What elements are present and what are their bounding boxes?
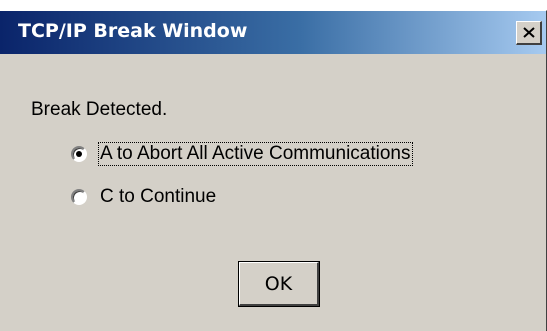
radio-button-continue[interactable] (71, 189, 87, 205)
radio-button-abort[interactable] (71, 146, 87, 162)
dialog-window: TCP/IP Break Window Break Detected. A to… (0, 10, 547, 331)
close-icon (523, 27, 535, 38)
window-title: TCP/IP Break Window (18, 20, 248, 42)
radio-option-continue[interactable]: C to Continue (71, 184, 217, 210)
radio-option-abort[interactable]: A to Abort All Active Communications (71, 141, 413, 167)
radio-selected-dot (76, 151, 82, 157)
radio-label-continue[interactable]: C to Continue (99, 186, 217, 208)
radio-label-abort[interactable]: A to Abort All Active Communications (98, 142, 413, 166)
close-button[interactable] (516, 21, 542, 45)
message-text: Break Detected. (31, 99, 168, 120)
ok-button[interactable]: OK (238, 261, 320, 307)
title-bar[interactable]: TCP/IP Break Window (0, 11, 546, 54)
